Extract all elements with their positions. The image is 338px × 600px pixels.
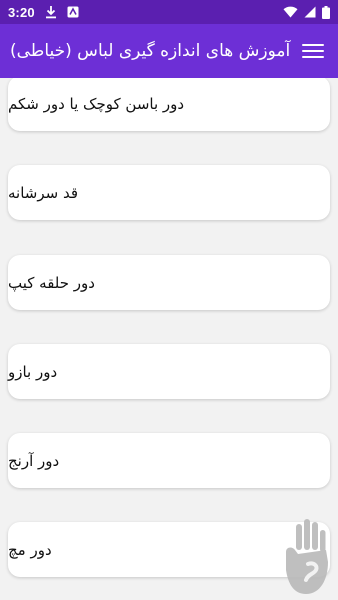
list-item[interactable]: دور آرنج	[8, 433, 330, 488]
app-title: آموزش های اندازه گیری لباس (خیاطی)	[10, 41, 291, 61]
list-item-label: دور آرنج	[8, 451, 60, 470]
list-item-label: دور باسن کوچک یا دور شکم	[8, 94, 185, 113]
list-item[interactable]: دور باسن کوچک یا دور شکم	[8, 78, 330, 131]
battery-icon	[322, 5, 330, 19]
list-item[interactable]: دور حلقه کیپ	[8, 255, 330, 310]
list-item-label: دور بازو	[8, 362, 58, 381]
measurement-list: دور باسن کوچک یا دور شکم قد سرشانه دور ح…	[0, 78, 338, 600]
list-item[interactable]: دور بازو	[8, 344, 330, 399]
signal-icon	[304, 6, 316, 18]
list-item-label: دور حلقه کیپ	[8, 273, 95, 292]
wifi-icon	[283, 6, 298, 18]
notification-icon	[67, 6, 79, 18]
download-icon	[45, 5, 57, 19]
list-item-label: قد سرشانه	[8, 183, 79, 202]
status-bar: 3:20	[0, 0, 338, 24]
list-item[interactable]: قد سرشانه	[8, 165, 330, 220]
list-item[interactable]: دور مچ	[8, 522, 330, 577]
list-item-label: دور مچ	[8, 540, 52, 559]
hamburger-menu-icon[interactable]	[302, 40, 324, 62]
app-bar: آموزش های اندازه گیری لباس (خیاطی)	[0, 24, 338, 78]
status-time: 3:20	[8, 4, 35, 20]
